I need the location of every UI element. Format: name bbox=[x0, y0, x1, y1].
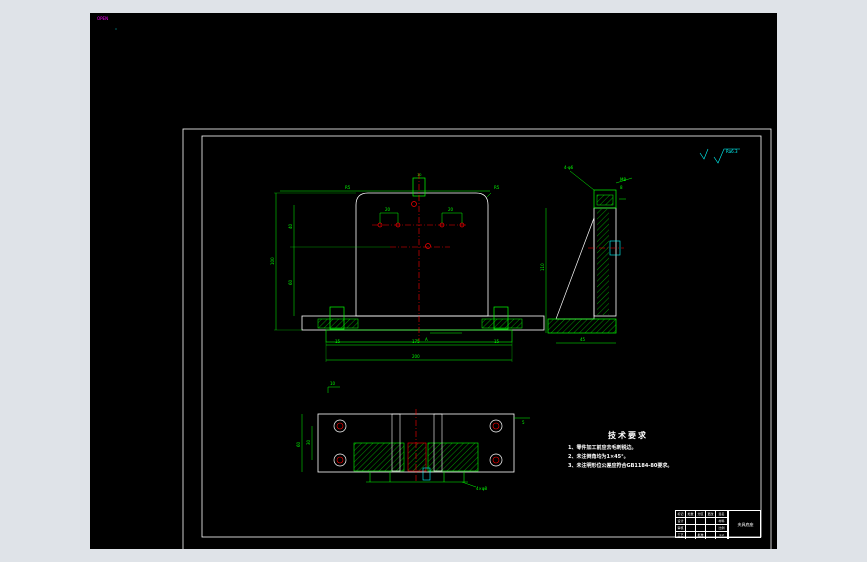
dim-top-right: 5 bbox=[522, 420, 525, 425]
side-rib bbox=[555, 217, 595, 320]
top-hole bbox=[489, 453, 503, 467]
title-block-cell bbox=[706, 525, 716, 532]
top-hole bbox=[333, 453, 347, 467]
tech-item: 1、零件加工前应去毛刺锐边。 bbox=[568, 445, 637, 451]
title-block-cell bbox=[686, 532, 696, 539]
title-block-cell: 工艺 bbox=[676, 532, 686, 539]
tech-item: 3、未注明形位公差应符合GB1184-80要求。 bbox=[568, 463, 673, 469]
title-block-cell: 1:2 bbox=[716, 532, 728, 539]
tech-item: 2、未注倒角均为1×45°。 bbox=[568, 454, 629, 460]
title-block-cell: 更改 bbox=[706, 511, 716, 518]
top-hole bbox=[492, 456, 500, 464]
top-hole bbox=[336, 422, 344, 430]
title-block-cell bbox=[696, 518, 706, 525]
cad-viewport[interactable]: OPEN Ra6.3 20 20 R5 R5 10 100 40 60 15 1… bbox=[90, 13, 777, 549]
title-block-cell bbox=[686, 525, 696, 532]
front-note: A bbox=[425, 337, 428, 342]
dim-top-left-inner: 30 bbox=[306, 439, 311, 445]
dim-side-width: 45 bbox=[580, 337, 586, 342]
dim-top-left-height: 60 bbox=[296, 441, 301, 447]
title-block-cell: 标记 bbox=[676, 511, 686, 518]
title-block-cell bbox=[696, 525, 706, 532]
dim-corner-radius: R5 bbox=[494, 185, 500, 190]
top-hole bbox=[489, 419, 503, 433]
title-block-cell bbox=[686, 518, 696, 525]
part-name: 夹具底座 bbox=[728, 511, 762, 539]
dim-top-bottom-note: 4×φ8 bbox=[476, 486, 488, 491]
side-view: 110 45 4-φ6 M8 8 bbox=[540, 165, 633, 344]
title-block-cell bbox=[706, 532, 716, 539]
side-top-hatch bbox=[596, 194, 614, 206]
front-view: 20 20 R5 R5 10 100 40 60 15 175 15 200 A bbox=[270, 173, 545, 362]
dim-side-height: 110 bbox=[540, 263, 545, 271]
dim-top-width: R5 bbox=[345, 185, 351, 190]
dim-side-slot: 8 bbox=[620, 185, 623, 190]
top-hatch-right bbox=[427, 442, 479, 472]
side-upright-hatch bbox=[597, 209, 609, 315]
top-hatch-left bbox=[353, 442, 405, 472]
front-hole bbox=[425, 243, 431, 249]
dim-upper-height: 40 bbox=[288, 223, 293, 229]
origin-dot bbox=[115, 28, 117, 30]
corner-label: OPEN bbox=[97, 16, 108, 21]
side-base bbox=[547, 318, 617, 334]
technical-requirements: 技术要求 1、零件加工前应去毛刺锐边。 2、未注倒角均为1×45°。 3、未注明… bbox=[568, 430, 698, 471]
roughness-label: Ra6.3 bbox=[726, 149, 738, 154]
title-block: 标记 处数 分区 更改 签名 设计 材料 审核 比例 工艺 批准 1:2 夹具底… bbox=[675, 510, 762, 539]
title-block-cell: 比例 bbox=[716, 525, 728, 532]
front-body-outline bbox=[355, 192, 489, 317]
title-block-cell: 分区 bbox=[696, 511, 706, 518]
title-block-cell: 签名 bbox=[716, 511, 728, 518]
title-block-cell: 设计 bbox=[676, 518, 686, 525]
dim-hole-right: 20 bbox=[448, 207, 454, 212]
inner-frame bbox=[201, 135, 762, 538]
title-block-cell: 材料 bbox=[716, 518, 728, 525]
dim-lower-height: 60 bbox=[288, 279, 293, 285]
dim-side-thread: M8 bbox=[620, 177, 626, 182]
dim-base-right: 15 bbox=[494, 339, 500, 344]
dim-overall-height: 100 bbox=[270, 257, 275, 265]
title-block-cell bbox=[706, 518, 716, 525]
dim-base-left: 15 bbox=[335, 339, 341, 344]
top-hole bbox=[333, 419, 347, 433]
dim-slot: 10 bbox=[417, 173, 421, 177]
top-hole bbox=[492, 422, 500, 430]
tech-title: 技术要求 bbox=[608, 431, 648, 440]
dim-side-top-label: 4-φ6 bbox=[564, 165, 574, 170]
right-clamp-hatch bbox=[481, 318, 523, 329]
top-hole bbox=[336, 456, 344, 464]
dim-base-width: 175 bbox=[412, 339, 420, 344]
title-block-cell: 处数 bbox=[686, 511, 696, 518]
title-block-cell: 审核 bbox=[676, 525, 686, 532]
top-view: 10 60 30 5 4×φ8 bbox=[296, 381, 530, 491]
roughness-symbol: Ra6.3 bbox=[699, 148, 740, 164]
front-hole bbox=[411, 201, 417, 207]
left-clamp-hatch bbox=[317, 318, 359, 329]
dim-hole-left: 20 bbox=[385, 207, 391, 212]
title-block-cell: 批准 bbox=[696, 532, 706, 539]
dim-total-width: 200 bbox=[412, 354, 420, 359]
dim-top-top: 10 bbox=[330, 381, 336, 386]
top-center-block bbox=[407, 442, 427, 472]
